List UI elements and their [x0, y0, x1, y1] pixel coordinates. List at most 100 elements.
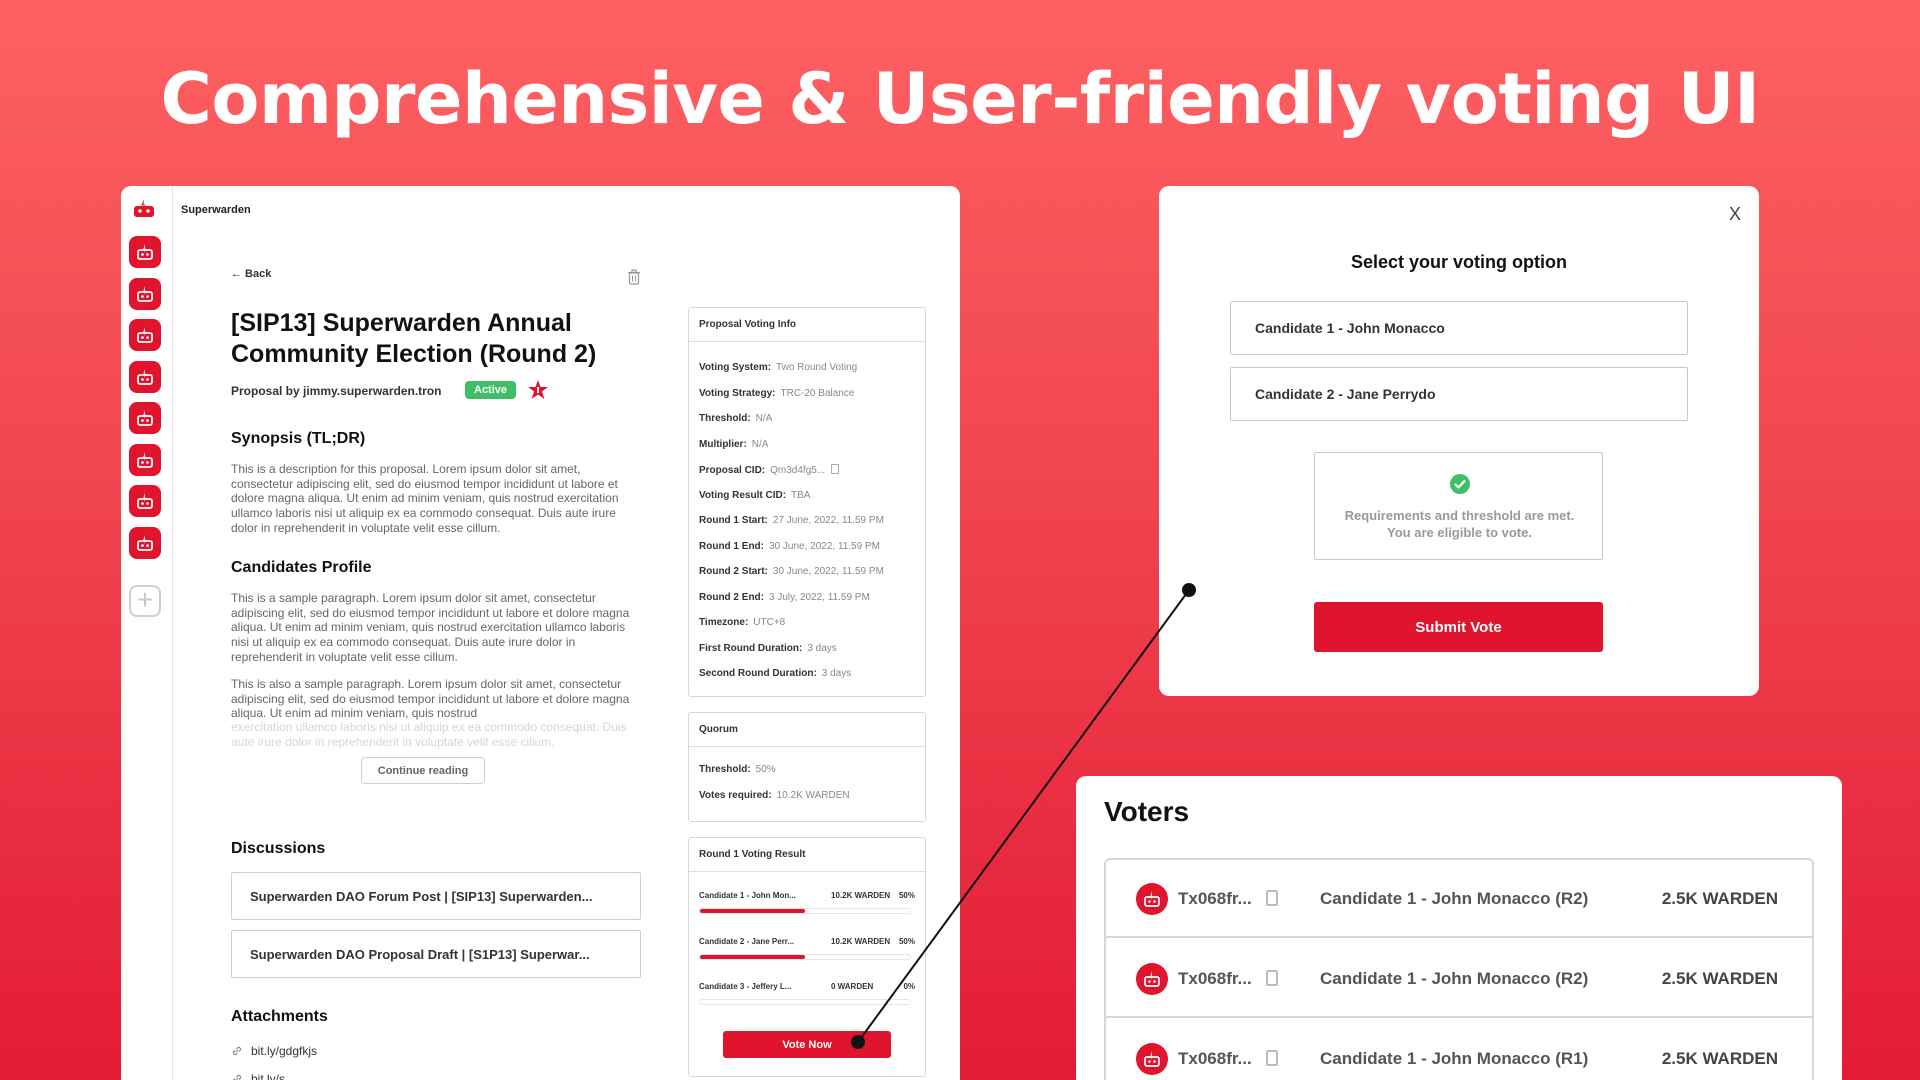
robot-icon — [137, 534, 153, 551]
result-candidate-name: Candidate 2 - Jane Perr... — [699, 936, 795, 946]
sidebar-space-item[interactable] — [129, 236, 161, 268]
voter-candidate: Candidate 1 - John Monacco (R2) — [1320, 969, 1589, 988]
eligibility-box: Requirements and threshold are met. You … — [1314, 452, 1603, 560]
robot-icon — [137, 410, 153, 426]
voting-info-heading: Proposal Voting Info — [689, 308, 925, 342]
robot-icon — [1144, 971, 1160, 987]
voting-info-row: First Round Duration: 3 days — [699, 642, 837, 654]
avatar — [1136, 883, 1168, 915]
voter-amount: 2.5K WARDEN — [1661, 969, 1778, 988]
robot-icon — [137, 327, 153, 343]
voters-list: Tx068fr... Candidate 1 - John Monacco (R2… — [1104, 858, 1814, 1080]
check-circle-icon — [1450, 474, 1470, 494]
robot-icon — [1144, 891, 1160, 907]
continue-reading-button[interactable]: Continue reading — [361, 757, 485, 784]
sidebar-space-item[interactable] — [129, 443, 161, 476]
voter-tx-hash[interactable]: Tx068fr... — [1178, 969, 1252, 989]
voting-info-row: Threshold: N/A — [699, 413, 773, 424]
voter-row: Tx068fr... Candidate 1 - John Monacco (R2… — [1106, 940, 1812, 1018]
link-icon — [232, 1046, 242, 1056]
back-link[interactable]: ← Back — [231, 268, 271, 280]
voting-info-row: Voting Result CID: TBA — [699, 489, 811, 501]
voting-option[interactable]: Candidate 1 - John Monacco — [1230, 301, 1688, 355]
quorum-heading: Quorum — [689, 713, 925, 747]
robot-icon — [137, 451, 153, 468]
star-icon[interactable] — [527, 379, 549, 401]
proposal-title: [SIP13] Superwarden Annual Community Ele… — [231, 309, 597, 368]
avatar — [1136, 963, 1168, 995]
avatar — [1136, 1043, 1168, 1075]
submit-vote-button[interactable]: Submit Vote — [1314, 602, 1603, 652]
voting-info-row: Voting System: Two Round Voting — [699, 362, 858, 373]
sidebar: + — [121, 186, 173, 1080]
sidebar-space-item[interactable] — [129, 526, 161, 559]
sidebar-space-item[interactable] — [129, 402, 161, 434]
synopsis-heading: Synopsis (TL;DR) — [231, 430, 366, 447]
voting-info-row: Round 2 End: 3 July, 2022, 11.59 PM — [699, 591, 870, 603]
app-name: Superwarden — [181, 204, 251, 216]
voting-info-row: Timezone: UTC+8 — [699, 617, 786, 628]
voting-option[interactable]: Candidate 2 - Jane Perrydo — [1230, 367, 1688, 421]
voter-candidate: Candidate 1 - John Monacco (R2) — [1320, 889, 1589, 908]
candidates-paragraph-2-faded: exercitation ullamco laboris nisi ut ali… — [231, 720, 627, 749]
sidebar-space-item[interactable] — [129, 360, 161, 393]
voting-info-row: Multiplier: N/A — [699, 438, 769, 450]
attachment-label: bit.ly/gdgfkjs — [251, 1044, 318, 1058]
voting-info-row: Proposal CID: Qm3d4fg5... — [699, 464, 840, 476]
status-badge: Active — [465, 381, 517, 399]
eligibility-text: Requirements and threshold are met. You … — [1344, 508, 1575, 540]
vote-now-button[interactable]: Vote Now — [723, 1031, 891, 1058]
result-amount: 10.2K WARDEN — [831, 891, 891, 900]
close-icon[interactable]: X — [1729, 204, 1741, 225]
discussion-link[interactable]: Superwarden DAO Proposal Draft | [S1P13]… — [231, 930, 641, 978]
result-progress-bar — [699, 999, 911, 1005]
sidebar-space-item[interactable] — [129, 485, 161, 517]
voting-info-row: Second Round Duration: 3 days — [699, 668, 852, 679]
voter-tx-hash[interactable]: Tx068fr... — [1178, 889, 1252, 909]
modal-title: Select your voting option — [1350, 252, 1567, 272]
candidates-paragraph-2: This is also a sample paragraph. Lorem i… — [231, 677, 630, 721]
sidebar-space-item[interactable] — [129, 319, 161, 351]
trash-icon[interactable] — [627, 269, 641, 285]
add-space-button[interactable]: + — [129, 585, 161, 617]
robot-icon — [137, 285, 153, 302]
quorum-votes-row: Votes required: 10.2K WARDEN — [699, 790, 850, 801]
voter-row: Tx068fr... Candidate 1 - John Monacco (R1… — [1106, 1020, 1812, 1080]
quorum-threshold-row: Threshold: 50% — [699, 764, 776, 775]
voter-row: Tx068fr... Candidate 1 - John Monacco (R2… — [1106, 860, 1812, 938]
result-progress-fill — [700, 909, 805, 913]
robot-icon — [137, 493, 153, 509]
result-percent: 50% — [898, 936, 915, 946]
sidebar-space-item[interactable] — [129, 277, 161, 310]
robot-icon — [137, 368, 153, 385]
copy-icon[interactable] — [831, 464, 840, 474]
voting-modal: X Select your voting option Candidate 1 … — [1159, 186, 1759, 696]
round1-result-heading: Round 1 Voting Result — [689, 838, 925, 872]
voter-amount: 2.5K WARDEN — [1661, 889, 1778, 908]
link-icon — [232, 1074, 242, 1080]
voting-info-row: Voting Strategy: TRC-20 Balance — [699, 387, 855, 399]
robot-icon — [1144, 1051, 1160, 1067]
proposal-app-window: + Superwarden ← Back [SIP13] Superwarden… — [121, 186, 960, 1080]
result-progress-fill — [700, 954, 805, 959]
voting-info-row: Round 1 Start: 27 June, 2022, 11.59 PM — [699, 515, 884, 526]
result-amount: 0 WARDEN — [831, 982, 874, 991]
hero-title: Comprehensive & User-friendly voting UI — [160, 58, 1760, 140]
voter-tx-hash[interactable]: Tx068fr... — [1178, 1049, 1252, 1069]
voters-title: Voters — [1104, 796, 1190, 827]
voter-candidate: Candidate 1 - John Monacco (R1) — [1320, 1049, 1589, 1068]
copy-icon[interactable] — [1266, 890, 1278, 906]
voting-info-panel: Proposal Voting Info Voting System: Two R… — [688, 307, 926, 697]
discussion-link[interactable]: Superwarden DAO Forum Post | [SIP13] Sup… — [231, 872, 641, 920]
result-progress-bar — [699, 908, 911, 914]
copy-icon[interactable] — [1266, 970, 1278, 986]
result-candidate-name: Candidate 1 - John Mon... — [699, 891, 796, 900]
round1-result-panel: Round 1 Voting Result Candidate 1 - John… — [688, 837, 926, 1077]
result-progress-bar — [699, 953, 911, 960]
attachment-link[interactable]: bit.ly/gdgfkjs — [231, 1044, 317, 1058]
result-percent: 0% — [903, 982, 915, 991]
copy-icon[interactable] — [1266, 1050, 1278, 1066]
voter-amount: 2.5K WARDEN — [1661, 1049, 1778, 1068]
quorum-panel: Quorum Threshold: 50% Votes required: 10.2… — [688, 712, 926, 822]
attachment-link[interactable]: bit.ly/s... — [231, 1072, 295, 1080]
